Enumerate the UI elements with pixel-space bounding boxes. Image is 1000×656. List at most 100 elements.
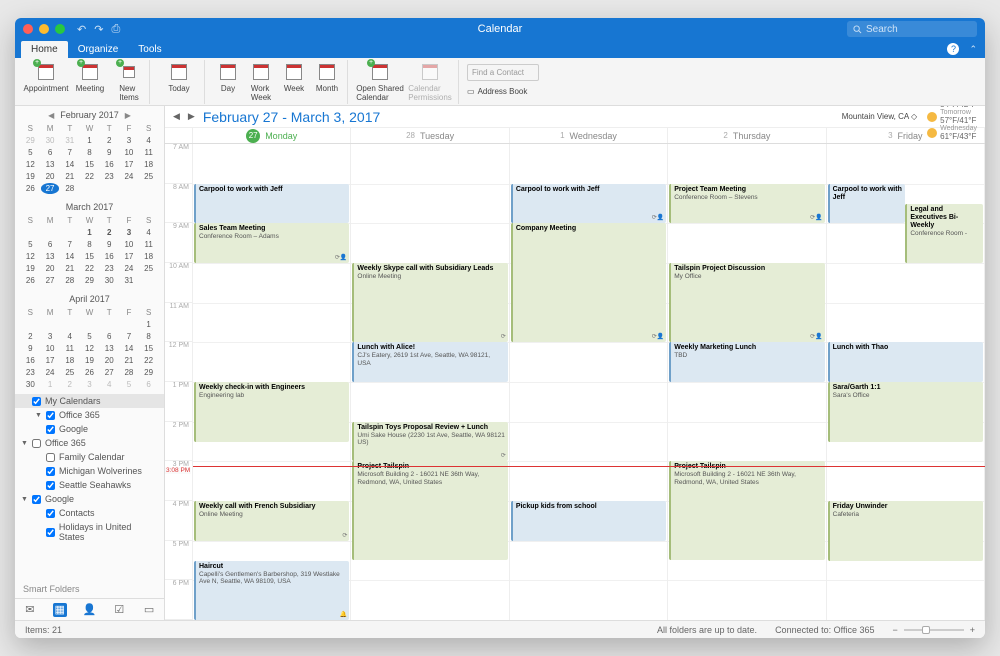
calendar-item[interactable]: Google: [15, 422, 164, 436]
help-icon[interactable]: ?: [947, 43, 959, 55]
ribbon-tabs: Home Organize Tools ? ⌃: [15, 40, 985, 58]
calendar-event[interactable]: Carpool to work with Jeff⟳👤: [511, 184, 666, 224]
calendar-event[interactable]: Weekly check-in with EngineersEngineerin…: [194, 382, 349, 442]
zoom-in-icon[interactable]: +: [970, 625, 975, 635]
calendar-item[interactable]: Michigan Wolverines: [15, 464, 164, 478]
calendar-list: My Calendars▼Office 365Google▼Office 365…: [15, 394, 164, 580]
calendar-item[interactable]: ▼Office 365: [15, 408, 164, 422]
calendar-event[interactable]: Project TailspinMicrosoft Building 2 - 1…: [352, 461, 507, 560]
appointment-button[interactable]: +Appointment: [25, 60, 67, 93]
calendar-event[interactable]: HaircutCapelli's Gentlemen's Barbershop,…: [194, 561, 349, 621]
calendar-event[interactable]: Weekly Skype call with Subsidiary LeadsO…: [352, 263, 507, 342]
calendar-checkbox[interactable]: [46, 411, 55, 420]
calendar-checkbox[interactable]: [46, 453, 55, 462]
mini-next-icon[interactable]: ▶: [125, 111, 131, 120]
calendar-item[interactable]: Contacts: [15, 506, 164, 520]
calendar-item[interactable]: Holidays in United States: [15, 520, 164, 544]
calendar-item[interactable]: My Calendars: [15, 394, 164, 408]
mini-calendar[interactable]: ◀February 2017▶SMTWTFS293031123456789101…: [15, 106, 164, 198]
zoom-out-icon[interactable]: −: [892, 625, 897, 635]
calendar-item[interactable]: ▼Office 365: [15, 436, 164, 450]
people-module-icon[interactable]: 👤: [82, 603, 96, 617]
calendar-event[interactable]: Friday UnwinderCafeteria: [828, 501, 983, 561]
tab-organize[interactable]: Organize: [68, 41, 129, 58]
calendar-event[interactable]: Company Meeting⟳👤: [511, 223, 666, 342]
calendar-event[interactable]: Lunch with Thao: [828, 342, 983, 382]
day-column[interactable]: Weekly Skype call with Subsidiary LeadsO…: [351, 144, 509, 620]
weather-location[interactable]: Mountain View, CA ◇: [842, 112, 917, 121]
calendar-grid: 7 AM8 AM9 AM10 AM11 AM12 PM1 PM2 PM3 PM4…: [165, 144, 985, 620]
calendar-checkbox[interactable]: [46, 528, 55, 537]
item-count: Items: 21: [25, 625, 62, 635]
day-header: 3Friday: [827, 128, 985, 143]
smart-folders[interactable]: Smart Folders: [15, 580, 164, 598]
time-label: 8 AM: [165, 184, 193, 224]
permissions-button[interactable]: Calendar Permissions: [406, 60, 454, 102]
connection-status: Connected to: Office 365: [775, 625, 874, 635]
time-label: 2 PM: [165, 422, 193, 462]
day-view-button[interactable]: Day: [213, 60, 243, 93]
week-view-button[interactable]: Week: [279, 60, 309, 93]
calendar-checkbox[interactable]: [46, 467, 55, 476]
mail-module-icon[interactable]: ✉: [23, 603, 37, 617]
address-book-button[interactable]: ▭Address Book: [467, 87, 527, 96]
find-contact-input[interactable]: Find a Contact: [467, 64, 539, 81]
time-label: 7 AM: [165, 144, 193, 184]
mini-calendar[interactable]: March 2017SMTWTFS12345678910111213141516…: [15, 198, 164, 290]
calendar-checkbox[interactable]: [32, 495, 41, 504]
calendar-checkbox[interactable]: [46, 481, 55, 490]
calendar-event[interactable]: Sales Team MeetingConference Room – Adam…: [194, 223, 349, 263]
ribbon-collapse-icon[interactable]: ⌃: [969, 44, 977, 55]
meeting-button[interactable]: +Meeting: [69, 60, 111, 93]
work-week-view-button[interactable]: Work Week: [245, 60, 277, 102]
time-label: 4 PM: [165, 501, 193, 541]
calendar-event[interactable]: Tailspin Toys Proposal Review + LunchUmi…: [352, 422, 507, 462]
day-column[interactable]: Carpool to work with Jeff⟳👤Company Meeti…: [510, 144, 668, 620]
prev-week-button[interactable]: ◀: [173, 111, 180, 122]
calendar-item[interactable]: Seattle Seahawks: [15, 478, 164, 492]
tasks-module-icon[interactable]: ☑: [112, 603, 126, 617]
mini-prev-icon[interactable]: ◀: [48, 111, 54, 120]
day-header: 27Monday: [193, 128, 351, 143]
month-view-button[interactable]: Month: [311, 60, 343, 93]
mini-calendar[interactable]: April 2017SMTWTFS12345678910111213141516…: [15, 290, 164, 394]
calendar-checkbox[interactable]: [32, 397, 41, 406]
time-label: 9 AM: [165, 223, 193, 263]
calendar-event[interactable]: Carpool to work with Jeff: [828, 184, 906, 224]
calendar-event[interactable]: Project Team MeetingConference Room – St…: [669, 184, 824, 224]
next-week-button[interactable]: ▶: [188, 111, 195, 122]
calendar-checkbox[interactable]: [46, 425, 55, 434]
open-shared-button[interactable]: +Open Shared Calendar: [356, 60, 404, 102]
calendar-event[interactable]: Lunch with Alice!CJ's Eatery, 2619 1st A…: [352, 342, 507, 382]
sun-icon: [927, 112, 937, 122]
calendar-item[interactable]: ▼Google: [15, 492, 164, 506]
day-header: 1Wednesday: [510, 128, 668, 143]
calendar-event[interactable]: Project TailspinMicrosoft Building 2 - 1…: [669, 461, 824, 560]
calendar-item[interactable]: Family Calendar: [15, 450, 164, 464]
calendar-event[interactable]: Tailspin Project DiscussionMy Office⟳👤: [669, 263, 824, 342]
today-button[interactable]: Today: [158, 60, 200, 93]
new-items-button[interactable]: +New Items: [113, 60, 145, 102]
calendar-checkbox[interactable]: [46, 509, 55, 518]
calendar-event[interactable]: Weekly Marketing LunchTBD: [669, 342, 824, 382]
day-header-row: 27Monday28Tuesday1Wednesday2Thursday3Fri…: [165, 128, 985, 144]
book-icon: ▭: [467, 87, 475, 96]
ribbon: +Appointment +Meeting +New Items Today D…: [15, 58, 985, 106]
day-column[interactable]: Carpool to work with JeffLegal and Execu…: [827, 144, 985, 620]
calendar-event[interactable]: Pickup kids from school: [511, 501, 666, 541]
calendar-module-icon[interactable]: ▦: [53, 603, 67, 617]
calendar-main: ◀ ▶ February 27 - March 3, 2017 Mountain…: [165, 106, 985, 620]
day-column[interactable]: Project Team MeetingConference Room – St…: [668, 144, 826, 620]
day-column[interactable]: Carpool to work with JeffSales Team Meet…: [193, 144, 351, 620]
status-bar: Items: 21 All folders are up to date. Co…: [15, 620, 985, 638]
calendar-event[interactable]: Weekly call with French SubsidiaryOnline…: [194, 501, 349, 541]
calendar-event[interactable]: Carpool to work with Jeff: [194, 184, 349, 224]
calendar-event[interactable]: Legal and Executives Bi-WeeklyConference…: [905, 204, 983, 264]
notes-module-icon[interactable]: ▭: [142, 603, 156, 617]
calendar-checkbox[interactable]: [32, 439, 41, 448]
zoom-slider[interactable]: − +: [892, 625, 975, 635]
calendar-event[interactable]: Sara/Garth 1:1Sara's Office: [828, 382, 983, 442]
sidebar: ◀February 2017▶SMTWTFS293031123456789101…: [15, 106, 165, 620]
tab-home[interactable]: Home: [21, 41, 68, 58]
tab-tools[interactable]: Tools: [128, 41, 171, 58]
